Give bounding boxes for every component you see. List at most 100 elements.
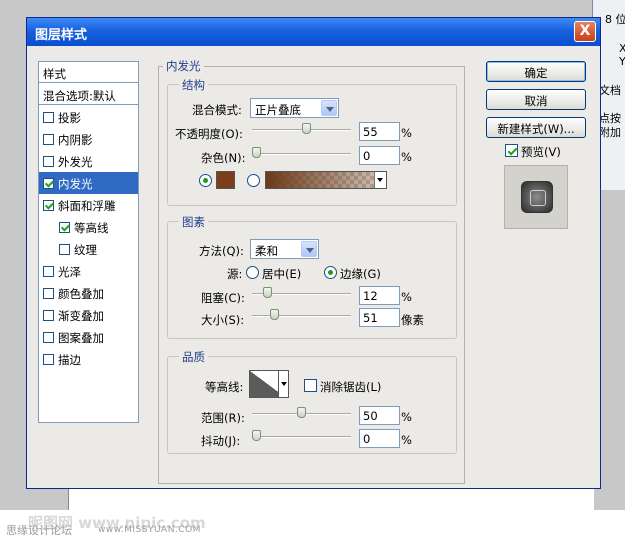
cancel-button[interactable]: 取消 (486, 89, 586, 110)
jitter-unit: % (401, 433, 412, 447)
panel-line: 8 位 (605, 13, 625, 26)
structure-title: 结构 (179, 77, 208, 93)
style-item[interactable]: 描边 (39, 348, 138, 370)
blend-mode-value: 正片叠底 (255, 103, 301, 117)
size-unit: 像素 (401, 313, 424, 327)
new-style-button[interactable]: 新建样式(W)... (486, 117, 586, 138)
chevron-down-icon[interactable] (374, 172, 386, 188)
style-item-label: 内发光 (58, 177, 93, 191)
style-item[interactable]: 图案叠加 (39, 326, 138, 348)
opacity-input[interactable]: 55 (359, 122, 400, 141)
slider-thumb[interactable] (302, 123, 311, 134)
style-item-checkbox[interactable] (43, 266, 54, 277)
style-item-label: 渐变叠加 (58, 309, 104, 323)
source-center-radio[interactable] (246, 266, 259, 279)
style-item-checkbox[interactable] (43, 288, 54, 299)
style-item-checkbox[interactable] (59, 222, 70, 233)
blending-options-item[interactable]: 混合选项:默认 (39, 84, 138, 105)
style-list-header[interactable]: 样式 (39, 62, 138, 83)
size-input[interactable]: 51 (359, 308, 400, 327)
choke-label: 阻塞(C): (201, 291, 245, 305)
chevron-down-icon[interactable] (278, 370, 289, 398)
panel-line: Y: (619, 55, 625, 68)
quality-title: 品质 (179, 349, 208, 365)
choke-slider[interactable] (252, 287, 351, 299)
watermark-url: www.MISSYUAN.COM (98, 525, 201, 535)
noise-unit: % (401, 150, 412, 164)
blend-mode-select[interactable]: 正片叠底 (250, 98, 339, 118)
noise-input[interactable]: 0 (359, 146, 400, 165)
slider-thumb[interactable] (263, 287, 272, 298)
opacity-unit: % (401, 126, 412, 140)
slider-thumb[interactable] (270, 309, 279, 320)
style-item-checkbox[interactable] (43, 112, 54, 123)
style-item[interactable]: 等高线 (39, 216, 138, 238)
elements-title: 图素 (179, 214, 208, 230)
size-slider[interactable] (252, 309, 351, 321)
style-item-label: 斜面和浮雕 (58, 199, 116, 213)
style-item-checkbox[interactable] (43, 200, 54, 211)
panel-line: X: (619, 42, 625, 55)
watermark-area: 昵图网 www.nipic.com 思缘设计论坛 www.MISSYUAN.CO… (0, 510, 625, 544)
style-item-checkbox[interactable] (43, 178, 54, 189)
preview-checkbox[interactable] (505, 144, 518, 157)
noise-slider[interactable] (252, 147, 351, 159)
antialias-label[interactable]: 消除锯齿(L) (320, 379, 381, 395)
style-item[interactable]: 渐变叠加 (39, 304, 138, 326)
style-item-checkbox[interactable] (43, 310, 54, 321)
slider-track (252, 436, 351, 438)
source-center-label[interactable]: 居中(E) (262, 266, 301, 282)
style-list: 样式 混合选项:默认 投影内阴影外发光内发光斜面和浮雕等高线纹理光泽颜色叠加渐变… (38, 61, 139, 423)
slider-thumb[interactable] (297, 407, 306, 418)
jitter-slider[interactable] (252, 430, 351, 442)
style-item[interactable]: 纹理 (39, 238, 138, 260)
title-bar[interactable]: 图层样式 X (27, 18, 600, 46)
range-slider[interactable] (252, 407, 351, 419)
solid-color-radio[interactable] (199, 174, 212, 187)
size-label: 大小(S): (201, 313, 245, 327)
range-label: 范围(R): (201, 411, 245, 425)
layer-style-dialog: 图层样式 X 样式 混合选项:默认 投影内阴影外发光内发光斜面和浮雕等高线纹理光… (26, 17, 601, 489)
method-select[interactable]: 柔和 (250, 239, 319, 259)
source-edge-radio[interactable] (324, 266, 337, 279)
style-item-label: 颜色叠加 (58, 287, 104, 301)
style-item[interactable]: 光泽 (39, 260, 138, 282)
style-item-checkbox[interactable] (43, 156, 54, 167)
choke-input[interactable]: 12 (359, 286, 400, 305)
jitter-input[interactable]: 0 (359, 429, 400, 448)
antialias-checkbox[interactable] (304, 379, 317, 392)
gradient-picker[interactable] (265, 171, 387, 189)
slider-thumb[interactable] (252, 430, 261, 441)
opacity-label: 不透明度(O): (175, 127, 243, 141)
style-item[interactable]: 内阴影 (39, 128, 138, 150)
style-item[interactable]: 外发光 (39, 150, 138, 172)
style-item-checkbox[interactable] (43, 134, 54, 145)
source-edge-label[interactable]: 边缘(G) (340, 266, 381, 282)
style-item-checkbox[interactable] (43, 332, 54, 343)
gradient-radio[interactable] (247, 174, 260, 187)
style-item-label: 外发光 (58, 155, 93, 169)
style-item[interactable]: 内发光 (39, 172, 138, 194)
range-unit: % (401, 410, 412, 424)
choke-unit: % (401, 290, 412, 304)
style-item[interactable]: 投影 (39, 106, 138, 128)
panel-line: 文档 (599, 84, 621, 97)
ok-button[interactable]: 确定 (486, 61, 586, 82)
contour-label: 等高线: (205, 380, 244, 394)
style-item[interactable]: 斜面和浮雕 (39, 194, 138, 216)
style-item[interactable]: 颜色叠加 (39, 282, 138, 304)
range-input[interactable]: 50 (359, 406, 400, 425)
style-item-label: 内阴影 (58, 133, 93, 147)
panel-line: 附加 (599, 126, 621, 139)
close-button[interactable]: X (574, 21, 596, 42)
style-item-checkbox[interactable] (59, 244, 70, 255)
style-item-checkbox[interactable] (43, 354, 54, 365)
preview-thumbnail-icon (521, 181, 553, 213)
watermark-site: 思缘设计论坛 (6, 524, 72, 537)
dialog-title: 图层样式 (35, 28, 88, 43)
style-item-label: 纹理 (74, 243, 97, 257)
slider-thumb[interactable] (252, 147, 261, 158)
glow-color-swatch[interactable] (216, 171, 235, 189)
opacity-slider[interactable] (252, 123, 351, 135)
preview-label[interactable]: 预览(V) (521, 144, 561, 160)
